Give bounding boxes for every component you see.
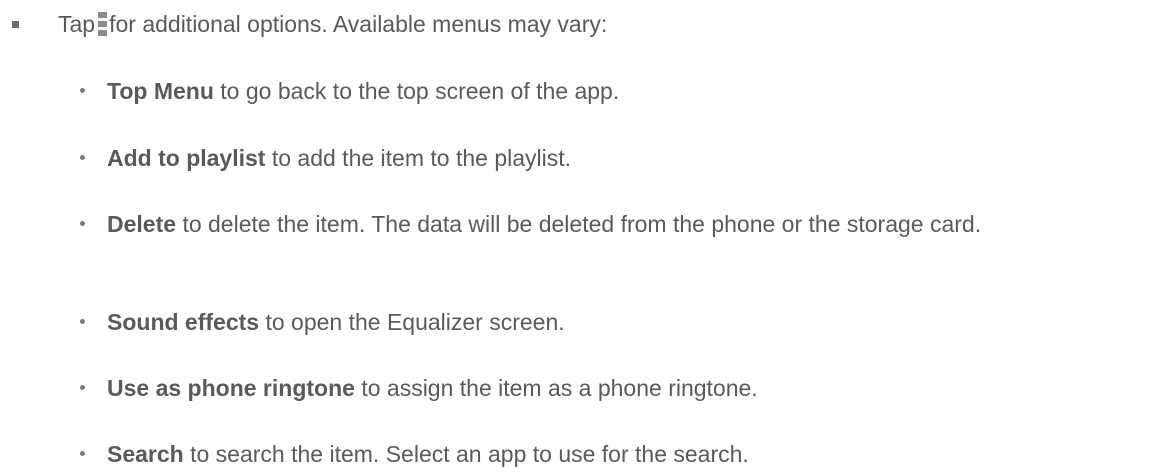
option-text: Search to search the item. Select an app… [107, 438, 1147, 470]
bullet-dot [80, 221, 85, 226]
bullet-dot [80, 451, 85, 456]
option-text: Sound effects to open the Equalizer scre… [107, 306, 1147, 338]
option-term: Search [107, 441, 184, 467]
square-bullet [12, 21, 19, 28]
option-description: to assign the item as a phone ringtone. [361, 375, 758, 401]
option-text: Add to playlist to add the item to the p… [107, 142, 1147, 174]
main-text-after: for additional options. Available menus … [109, 11, 608, 37]
option-term: Use as phone ringtone [107, 375, 355, 401]
option-description: to search the item. Select an app to use… [190, 441, 749, 467]
option-term: Add to playlist [107, 145, 266, 171]
option-text: Delete to delete the item. The data will… [107, 208, 1147, 240]
option-description: to go back to the top screen of the app. [220, 78, 620, 104]
option-text: Top Menu to go back to the top screen of… [107, 75, 1147, 107]
bullet-dot [80, 88, 85, 93]
option-term: Delete [107, 211, 177, 237]
option-description: to open the Equalizer screen. [265, 309, 565, 335]
option-description: to delete the item. The data will be del… [182, 211, 982, 237]
main-item-text: Tap for additional options. Available men… [58, 8, 607, 40]
menu-icon [98, 12, 108, 36]
option-term: Sound effects [107, 309, 260, 335]
option-text: Use as phone ringtone to assign the item… [107, 372, 1147, 404]
option-term: Top Menu [107, 78, 214, 104]
bullet-dot [80, 385, 85, 390]
bullet-dot [80, 155, 85, 160]
option-description: to add the item to the playlist. [271, 145, 572, 171]
main-text-before: Tap [58, 11, 96, 37]
bullet-dot [80, 319, 85, 324]
